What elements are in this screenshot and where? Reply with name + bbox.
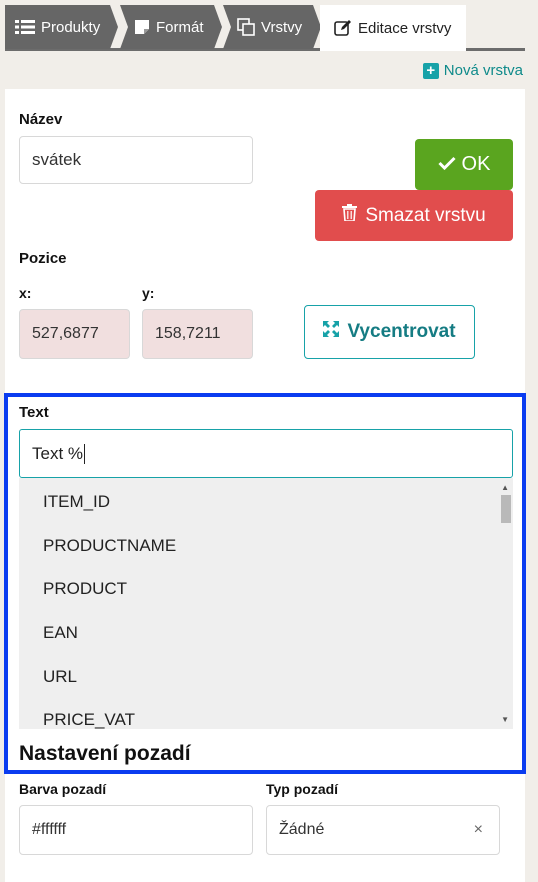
tab-label: Editace vrstvy [358, 19, 452, 37]
note-icon [134, 19, 150, 35]
tab-produkty[interactable]: Produkty [5, 5, 118, 49]
y-input[interactable]: 158,7211 [142, 309, 253, 359]
tab-editace-vrstvy[interactable]: Editace vrstvy [320, 5, 466, 51]
background-type-value: Žádné [279, 821, 325, 838]
clear-icon[interactable]: × [474, 821, 483, 839]
highlight-frame [4, 393, 526, 774]
tab-format[interactable]: Formát [120, 5, 222, 49]
position-label: Pozice [19, 250, 67, 267]
edit-icon [334, 19, 352, 37]
center-button[interactable]: Vycentrovat [304, 305, 475, 359]
new-layer-label: Nová vrstva [443, 62, 523, 79]
center-label: Vycentrovat [347, 321, 456, 342]
background-type-label: Typ pozadí [266, 781, 339, 797]
x-input[interactable]: 527,6877 [19, 309, 130, 359]
layers-icon [237, 18, 255, 36]
plus-icon: + [422, 62, 439, 79]
name-label: Název [19, 111, 63, 128]
delete-layer-button[interactable]: Smazat vrstvu [315, 190, 513, 241]
tab-vrstvy[interactable]: Vrstvy [223, 5, 321, 49]
new-layer-link[interactable]: + Nová vrstva [422, 62, 523, 79]
y-label: y: [142, 285, 155, 301]
tab-label: Vrstvy [261, 18, 303, 36]
list-icon [15, 19, 35, 35]
checkmark-icon [437, 153, 456, 176]
background-type-select[interactable]: Žádné × [266, 805, 500, 855]
tab-label: Produkty [41, 18, 101, 36]
trash-icon [342, 204, 358, 227]
tab-label: Formát [156, 18, 204, 36]
background-color-input[interactable]: #ffffff [19, 805, 253, 855]
delete-label: Smazat vrstvu [365, 204, 486, 226]
ok-label: OK [461, 153, 491, 175]
x-label: x: [19, 285, 32, 301]
expand-icon [323, 321, 340, 343]
tab-bar: Produkty Formát Vrstvy Editace vrstvy [5, 5, 525, 51]
ok-button[interactable]: OK [415, 139, 513, 190]
name-input[interactable]: svátek [19, 136, 253, 184]
background-color-label: Barva pozadí [19, 781, 107, 797]
